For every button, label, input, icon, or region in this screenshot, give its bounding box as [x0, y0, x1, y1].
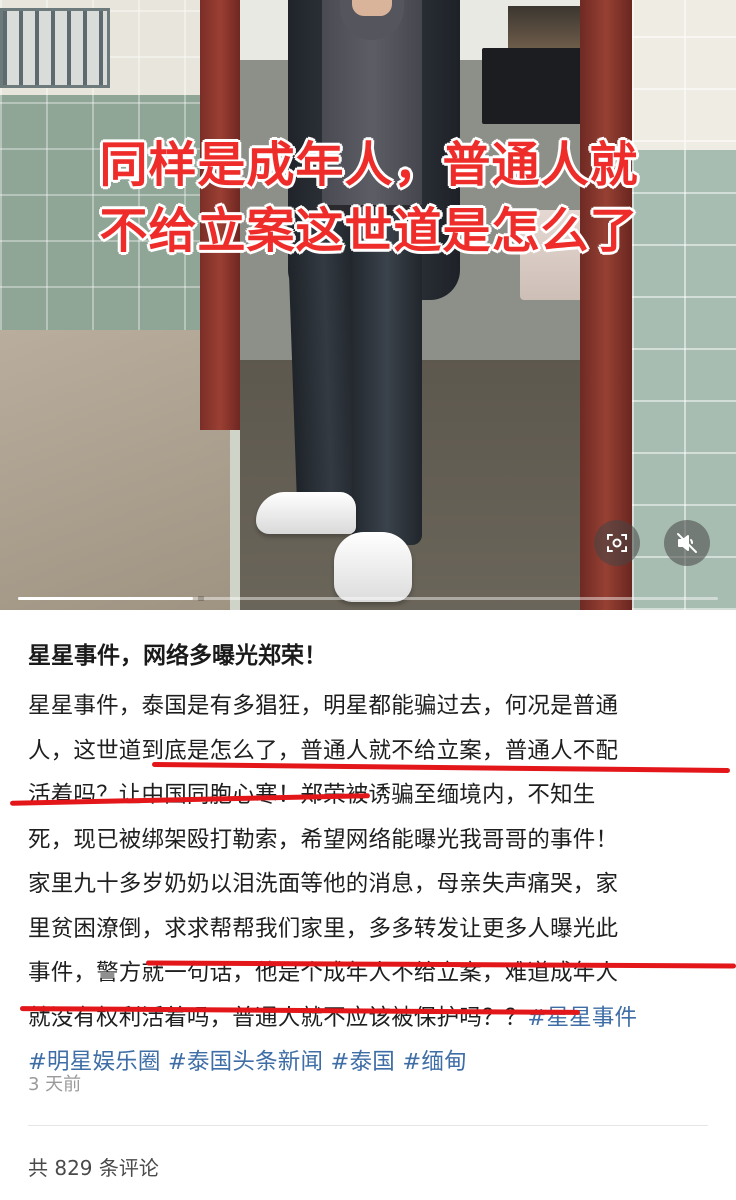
post-body-line: 里贫困潦倒，求求帮帮我们家里，多多转发让更多人曝光此 [28, 915, 619, 942]
video-caption-line-1: 同样是成年人，普通人就 [99, 137, 639, 193]
post-body-line: 事件，警方就一句话，他是个成年人不给立案，难道成年人 [28, 960, 619, 986]
video-progress-bar[interactable] [18, 596, 718, 601]
post-body-line: 活着吗？让中国同胞心寒！郑荣被诱骗至缅境内，不知生 [28, 773, 712, 818]
post-body-line: 星星事件，泰国是有多猖狂，明星都能骗过去，何况是普通 [28, 693, 619, 719]
post-body-line: 家里九十多岁奶奶以泪洗面等他的消息，母亲失声痛哭，家 [28, 871, 619, 897]
post-body-line: 死，现已被绑架殴打勒索，希望网络能曝光我哥哥的事件！ [28, 826, 619, 853]
person-shoe-left [256, 492, 356, 534]
person-leg-right [352, 215, 422, 545]
mute-button[interactable] [664, 520, 710, 566]
video-player[interactable]: 同样是成年人，普通人就 不给立案这世道是怎么了 [0, 0, 736, 610]
post-timestamp: 3 天前 [28, 1074, 82, 1095]
door-frame-right [580, 0, 632, 610]
video-caption-line-2: 不给立案这世道是怎么了 [99, 203, 639, 259]
television [482, 48, 594, 124]
video-caption: 同样是成年人，普通人就 不给立案这世道是怎么了 [24, 132, 714, 264]
muted-speaker-icon [677, 533, 697, 553]
hashtag-link[interactable]: #缅甸 [402, 1049, 466, 1075]
video-progress-marker [198, 596, 204, 601]
comment-count[interactable]: 共 829 条评论 [28, 1154, 159, 1182]
barred-window [0, 8, 110, 88]
divider [28, 1125, 708, 1126]
scan-button[interactable] [594, 520, 640, 566]
video-progress-fill [18, 597, 193, 600]
hashtag-link[interactable]: #泰国 [331, 1049, 395, 1075]
post-body: 星星事件，泰国是有多猖狂，明星都能骗过去，何况是普通 人，这世道到底是怎么了，普… [28, 684, 712, 1085]
hashtag-link[interactable]: #泰国头条新闻 [168, 1049, 323, 1075]
hashtag-row: #明星娱乐圈 #泰国头条新闻 #泰国 #缅甸 [28, 1040, 712, 1085]
person-neck [352, 0, 392, 16]
person-shoe-right [334, 532, 412, 602]
scan-lens-icon [607, 534, 627, 552]
floor [0, 330, 230, 610]
post-body-line-last: 就没有权利活着吗，普通人就不应该被保护吗？？#星星事件 [28, 996, 712, 1041]
tiled-wall-right [632, 0, 736, 610]
hashtag-link[interactable]: #星星事件 [527, 1005, 637, 1031]
post-title: 星星事件，网络多曝光郑荣！ [28, 643, 327, 669]
